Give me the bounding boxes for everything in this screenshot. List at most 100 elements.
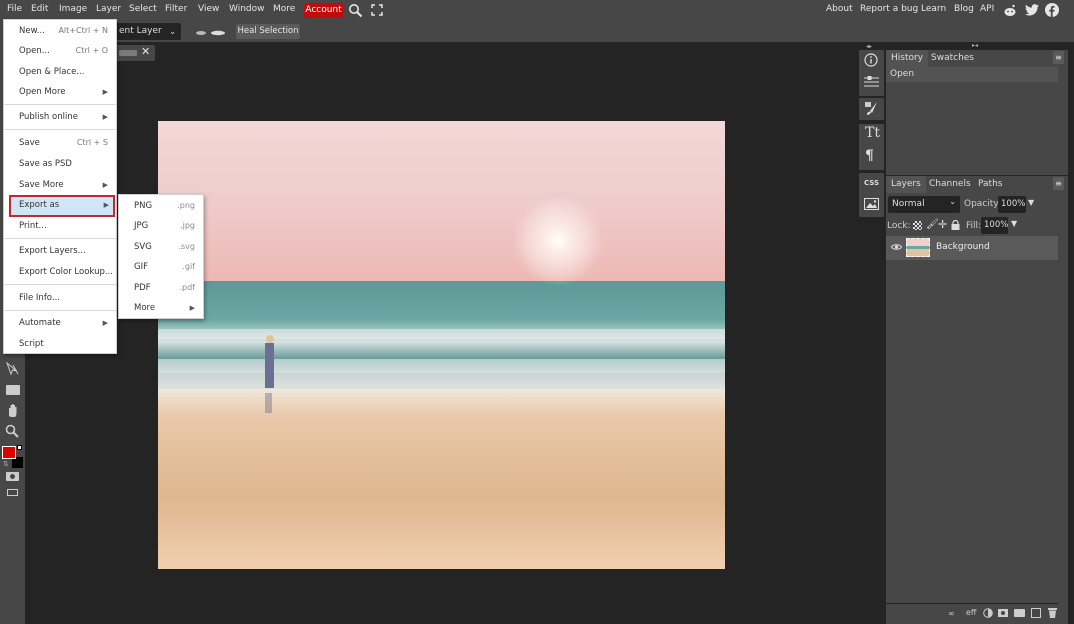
api-link[interactable]: API: [980, 4, 994, 14]
chevron-down-icon: ⌄: [949, 197, 956, 206]
menu-item-file-info[interactable]: File Info...: [4, 288, 116, 308]
close-tab-icon[interactable]: ✕: [141, 45, 150, 58]
menu-item-export-as[interactable]: Export as ▶: [9, 195, 115, 217]
css-image-group: CSS: [859, 173, 884, 217]
menu-window[interactable]: Window: [229, 4, 265, 14]
adjustment-layer-icon[interactable]: [983, 608, 993, 621]
lock-all-icon[interactable]: [951, 219, 960, 233]
about-link[interactable]: About: [826, 4, 853, 14]
collapse-panels-icon[interactable]: ▸◂: [972, 42, 978, 49]
path-select-tool-icon[interactable]: [5, 361, 20, 380]
menu-item-new[interactable]: New... Alt+Ctrl + N: [4, 21, 116, 41]
report-bug-link[interactable]: Report a bug: [860, 4, 918, 14]
export-pdf[interactable]: PDF .pdf: [119, 278, 203, 298]
menu-view[interactable]: View: [198, 4, 219, 14]
lock-paint-icon[interactable]: 🖌: [926, 219, 939, 230]
delete-layer-icon[interactable]: [1048, 608, 1057, 621]
opacity-label: Opacity:: [964, 199, 1001, 209]
submenu-arrow-icon: ▶: [102, 181, 108, 189]
menu-item-open-place[interactable]: Open & Place...: [4, 62, 116, 82]
menu-filter[interactable]: Filter: [165, 4, 187, 14]
new-layer-icon[interactable]: [1031, 608, 1041, 618]
menu-item-open-more[interactable]: Open More ▶: [4, 82, 116, 102]
zoom-tool-icon[interactable]: [5, 424, 19, 441]
brush-preset-icon[interactable]: [196, 29, 226, 39]
image-icon[interactable]: [864, 198, 879, 213]
hand-tool-icon[interactable]: [6, 403, 19, 420]
export-gif[interactable]: GIF .gif: [119, 257, 203, 277]
menu-item-open[interactable]: Open... Ctrl + O: [4, 41, 116, 61]
css-icon[interactable]: CSS: [864, 179, 879, 187]
opacity-input[interactable]: 100%: [998, 196, 1026, 213]
menu-item-export-layers[interactable]: Export Layers...: [4, 241, 116, 261]
tab-channels[interactable]: Channels: [924, 176, 976, 193]
tab-paths[interactable]: Paths: [973, 176, 1007, 193]
heal-selection-button[interactable]: Heal Selection: [236, 24, 300, 39]
tab-layers[interactable]: Layers: [886, 176, 926, 193]
tab-history[interactable]: History: [886, 50, 929, 67]
menu-item-automate[interactable]: Automate ▶: [4, 313, 116, 333]
menu-image[interactable]: Image: [59, 4, 87, 14]
swap-colors-icon[interactable]: ⇅: [3, 460, 9, 468]
menu-item-save[interactable]: Save Ctrl + S: [4, 133, 116, 153]
export-more[interactable]: More ▶: [119, 298, 203, 318]
menu-file[interactable]: File: [7, 4, 22, 14]
menu-item-save-more[interactable]: Save More ▶: [4, 175, 116, 195]
foreground-color-swatch[interactable]: [2, 446, 16, 459]
history-menu-icon[interactable]: ≡: [1053, 51, 1064, 64]
export-png[interactable]: PNG .png: [119, 196, 203, 216]
tab-swatches[interactable]: Swatches: [926, 50, 979, 67]
menu-more[interactable]: More: [273, 4, 295, 14]
twitter-icon[interactable]: [1025, 4, 1039, 19]
blend-mode-select[interactable]: Normal ⌄: [888, 196, 960, 213]
collapse-strip-icon[interactable]: ◂▸: [866, 43, 872, 50]
menu-item-export-color-lookup[interactable]: Export Color Lookup...: [4, 262, 116, 282]
reset-colors-icon[interactable]: [17, 445, 22, 450]
blog-link[interactable]: Blog: [954, 4, 974, 14]
fill-dropdown-icon[interactable]: ▼: [1011, 219, 1017, 228]
eye-icon[interactable]: [890, 243, 903, 254]
link-layers-icon[interactable]: ∞: [948, 609, 955, 618]
reddit-icon[interactable]: [1003, 4, 1017, 20]
rectangle-tool-icon[interactable]: [6, 385, 20, 395]
export-svg[interactable]: SVG .svg: [119, 237, 203, 257]
opacity-dropdown-icon[interactable]: ▼: [1028, 198, 1034, 207]
menu-item-script[interactable]: Script: [4, 334, 116, 354]
menu-select[interactable]: Select: [129, 4, 157, 14]
layer-mask-icon[interactable]: [998, 609, 1008, 617]
layer-thumbnail: [906, 238, 930, 257]
submenu-arrow-icon: ▶: [103, 201, 109, 209]
lock-transparency-icon[interactable]: [913, 221, 922, 230]
layers-menu-icon[interactable]: ≡: [1053, 177, 1064, 190]
menu-separator: [4, 238, 116, 239]
lock-move-icon[interactable]: ✛: [938, 218, 947, 231]
export-jpg[interactable]: JPG .jpg: [119, 216, 203, 236]
search-icon[interactable]: [348, 3, 363, 21]
menu-item-publish-online[interactable]: Publish online ▶: [4, 107, 116, 127]
menu-item-print[interactable]: Print...: [4, 216, 116, 236]
menu-layer[interactable]: Layer: [96, 4, 121, 14]
menu-item-save-as-psd[interactable]: Save as PSD: [4, 154, 116, 174]
new-folder-icon[interactable]: [1014, 609, 1025, 617]
layer-row[interactable]: Background: [886, 236, 1058, 260]
quick-mask-icon[interactable]: [6, 472, 19, 481]
learn-link[interactable]: Learn: [921, 4, 946, 14]
fill-input[interactable]: 100%: [981, 217, 1008, 234]
account-button[interactable]: Account: [304, 3, 343, 18]
character-icon[interactable]: Tt: [865, 125, 880, 141]
menu-separator: [4, 129, 116, 130]
facebook-icon[interactable]: [1045, 3, 1059, 20]
canvas-image[interactable]: [158, 121, 725, 569]
document-tab-title: [119, 50, 137, 56]
brush-settings-icon[interactable]: [864, 101, 879, 119]
menubar: File Edit Image Layer Select Filter View…: [0, 0, 1074, 21]
layer-effects-icon[interactable]: eff: [966, 608, 976, 617]
screen-mode-icon[interactable]: [7, 489, 18, 496]
menu-edit[interactable]: Edit: [31, 4, 48, 14]
menu-separator: [4, 310, 116, 311]
info-icon[interactable]: [864, 53, 878, 70]
paragraph-icon[interactable]: ¶: [865, 148, 874, 164]
adjustments-icon[interactable]: [864, 76, 879, 91]
fullscreen-icon[interactable]: [371, 4, 383, 19]
history-entry[interactable]: Open: [886, 67, 1058, 82]
